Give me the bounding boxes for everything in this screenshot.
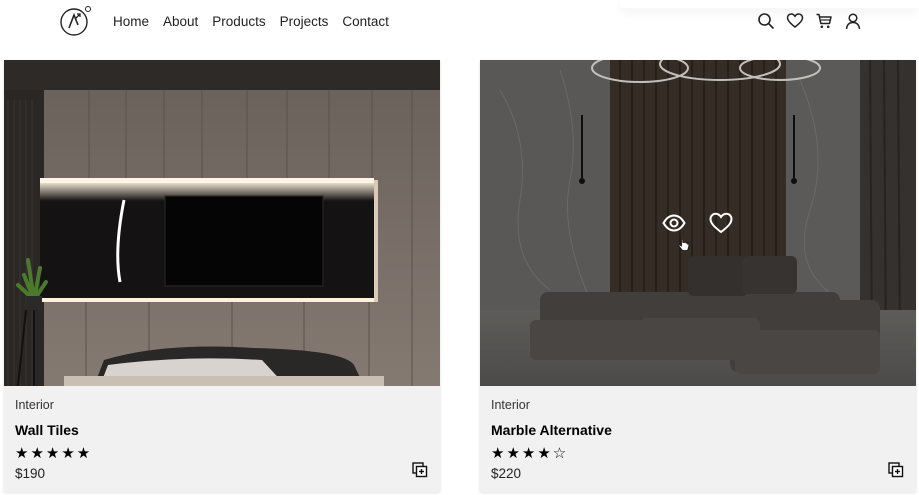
product-info: Interior Marble Alternative ★★★★☆ $220 (491, 398, 906, 481)
heart-icon[interactable] (786, 12, 804, 30)
add-to-cart-icon[interactable] (888, 462, 904, 478)
rating-stars: ★★★★★ (15, 445, 93, 462)
wishlist-heart-icon[interactable] (709, 212, 733, 234)
cart-icon[interactable] (815, 12, 833, 30)
nav-contact[interactable]: Contact (342, 14, 389, 29)
product-category: Interior (15, 398, 54, 412)
product-card[interactable]: Interior Wall Tiles ★★★★★ $190 (4, 60, 440, 492)
living-room-scene-image (480, 60, 916, 386)
product-category: Interior (491, 398, 530, 412)
nav-projects[interactable]: Projects (280, 14, 329, 29)
product-price: $190 (15, 466, 46, 481)
product-image-bedroom[interactable] (4, 60, 440, 386)
rating-stars: ★★★★☆ (491, 445, 569, 462)
add-to-cart-icon[interactable] (412, 462, 428, 478)
nav-about[interactable]: About (163, 14, 198, 29)
site-header: Home About Products Projects Contact (0, 0, 919, 48)
product-price: $220 (491, 466, 522, 481)
nav-home[interactable]: Home (113, 14, 149, 29)
header-actions (757, 12, 862, 30)
search-icon[interactable] (757, 12, 775, 30)
header-shadow (620, 0, 919, 8)
brand-logo[interactable] (59, 5, 91, 37)
main-nav: Home About Products Projects Contact (113, 14, 389, 29)
product-info: Interior Wall Tiles ★★★★★ $190 (15, 398, 430, 481)
user-icon[interactable] (844, 12, 862, 30)
product-title[interactable]: Marble Alternative (491, 422, 906, 438)
quick-view-eye-icon[interactable] (662, 214, 686, 232)
nav-products[interactable]: Products (212, 14, 265, 29)
product-image-living-room[interactable] (480, 60, 916, 386)
hand-cursor-icon (678, 238, 690, 251)
bedroom-scene-image (4, 60, 440, 386)
product-card[interactable]: Interior Marble Alternative ★★★★☆ $220 (480, 60, 916, 492)
product-title[interactable]: Wall Tiles (15, 422, 430, 438)
